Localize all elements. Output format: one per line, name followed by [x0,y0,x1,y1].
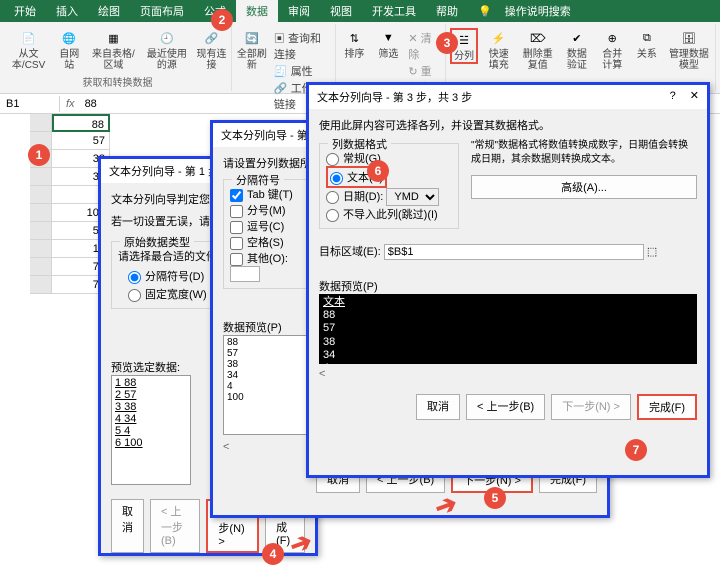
tab-draw[interactable]: 绘图 [88,0,130,22]
dlg2-chk-other[interactable]: 其他(O): [230,253,288,265]
badge-7: 7 [625,439,647,461]
dlg3-note: "常规"数据格式将数值转换成数字，日期值会转换成日期，其余数据则转换成文本。 [471,139,697,167]
btn-sort[interactable]: ⇅排序 [340,28,368,60]
tab-help[interactable]: 帮助 [426,0,468,22]
dlg1-frame-title: 原始数据类型 [120,234,194,250]
tab-data[interactable]: 数据 [236,0,278,22]
btn-recent[interactable]: 🕘最近使用的源 [144,28,190,71]
wizard-step3-dialog: 文本分列向导 - 第 3 步，共 3 步 ? ✕ 使用此屏内容可选择各列，并设置其… [306,82,710,478]
tab-start[interactable]: 开始 [4,0,46,22]
dlg2-other-input[interactable] [230,266,260,282]
dlg1-radio-fixed[interactable]: 固定宽度(W) [128,289,207,301]
dlg2-chk-semi[interactable]: 分号(M) [230,205,286,217]
btn-from-csv[interactable]: 📄从文本/CSV [8,28,49,71]
badge-2: 2 [211,9,233,31]
dlg3-back[interactable]: < 上一步(B) [466,394,545,420]
search-hint[interactable]: 💡 操作说明搜索 [468,0,591,22]
ribbon-tabs: 开始 插入 绘图 页面布局 公式 数据 审阅 视图 开发工具 帮助 💡 操作说明… [0,0,720,22]
dlg3-date-format[interactable]: YMD [386,188,439,206]
tab-layout[interactable]: 页面布局 [130,0,194,22]
tab-insert[interactable]: 插入 [46,0,88,22]
btn-queries[interactable]: ▣ 查询和连接 [274,30,331,62]
btn-relations[interactable]: ⧉关系 [633,28,661,60]
btn-existing[interactable]: 🔗现有连接 [196,28,227,71]
dlg3-dest-label: 目标区域(E): [319,246,381,258]
dlg1-preview: 1 882 573 384 345 46 100 [111,375,191,485]
dlg2-chk-comma[interactable]: 逗号(C) [230,221,284,233]
dlg3-text: 使用此屏内容可选择各列，并设置其数据格式。 [319,117,697,133]
btn-flash-fill[interactable]: ⚡快速填充 [484,28,513,71]
badge-3: 3 [436,32,458,54]
tab-dev[interactable]: 开发工具 [362,0,426,22]
btn-consolidate[interactable]: ⊕合并计算 [598,28,627,71]
dlg3-dest-input[interactable] [384,244,644,260]
btn-remove-dup[interactable]: ⌦删除重复值 [519,28,556,71]
dlg3-cancel[interactable]: 取消 [416,394,460,420]
dlg3-title: 文本分列向导 - 第 3 步，共 3 步 [317,89,472,105]
tab-review[interactable]: 审阅 [278,0,320,22]
dlg1-back: < 上一步(B) [150,499,200,553]
dlg3-preview: 文本 885738344100 [319,294,697,364]
tab-view[interactable]: 视图 [320,0,362,22]
dlg3-next: 下一步(N) > [551,394,631,420]
dlg3-radio-date[interactable]: 日期(D): [326,191,383,203]
dlg1-cancel[interactable]: 取消 [111,499,144,553]
dlg3-finish[interactable]: 完成(F) [637,394,697,420]
btn-refresh-all[interactable]: 🔄全部刷新 [236,28,268,71]
btn-data-val[interactable]: ✔数据验证 [562,28,591,71]
dlg3-frame-title: 列数据格式 [328,136,391,152]
group-get-transform: 获取和转换数据 [82,72,152,91]
dlg3-close-icon[interactable]: ✕ [690,90,699,102]
formula-value[interactable]: 88 [81,96,101,112]
dlg3-radio-skip[interactable]: 不导入此列(跳过)(I) [326,209,438,221]
btn-from-web[interactable]: 🌐自网站 [55,28,83,71]
dlg3-help-icon[interactable]: ? [670,90,676,102]
name-box[interactable]: B1 [0,96,60,112]
dlg2-chk-space[interactable]: 空格(S) [230,237,284,249]
dlg3-preview-label: 数据预览(P) [319,278,697,294]
dlg2-chk-tab[interactable]: Tab 键(T) [230,189,293,201]
badge-6: 6 [367,160,389,182]
btn-properties[interactable]: 🧾 属性 [274,63,331,79]
dlg1-radio-delim[interactable]: 分隔符号(D) [128,271,204,283]
btn-data-model[interactable]: 🗄管理数据模型 [667,28,711,71]
badge-5: 5 [484,487,506,509]
range-picker-icon[interactable]: ⬚ [647,246,657,258]
badge-4: 4 [262,543,284,565]
dlg2-frame-title: 分隔符号 [232,172,284,188]
fx-icon[interactable]: fx [60,98,81,110]
badge-1: 1 [28,144,50,166]
btn-from-table[interactable]: ▦来自表格/区域 [89,28,137,71]
row-headers [30,114,52,294]
btn-filter[interactable]: ▼筛选 [374,28,402,60]
dlg3-advanced[interactable]: 高级(A)... [471,175,697,199]
